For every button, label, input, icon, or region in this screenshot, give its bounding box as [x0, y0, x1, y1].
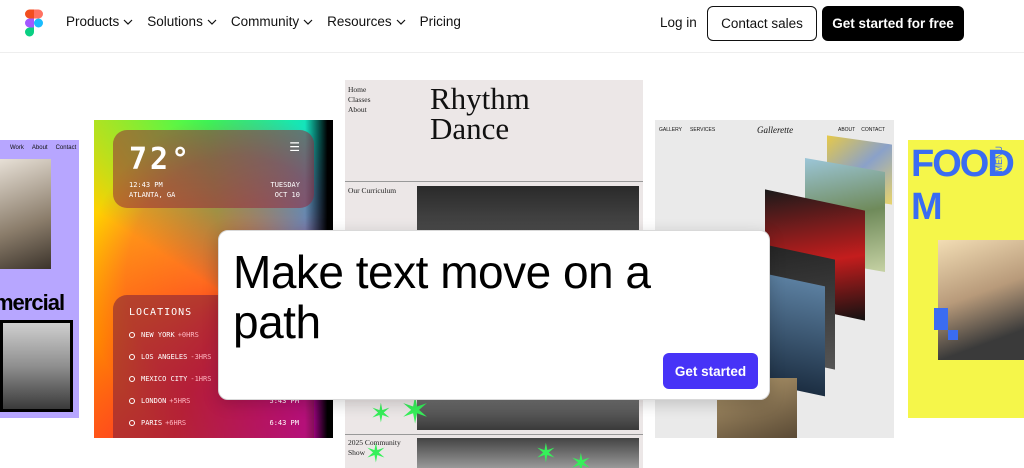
star-icon: ✶ — [535, 438, 557, 468]
circle-icon — [129, 354, 135, 360]
weather-day: TUESDAY — [270, 181, 300, 189]
weather-temp: 72° — [129, 142, 193, 177]
commercial-photo-top — [0, 159, 51, 269]
gallerette-nav-gallery: GALLERY — [659, 127, 682, 133]
gallerette-nav-about: ABOUT — [838, 127, 856, 133]
gallerette-nav-right: ABOUT CONTACT — [838, 127, 885, 133]
nav-divider — [0, 52, 1024, 53]
location-city: PARIS — [141, 419, 163, 427]
commercial-link-about: About — [31, 145, 48, 151]
location-offset: +6HRS — [165, 419, 187, 427]
figma-logo-icon[interactable] — [25, 9, 43, 37]
nav-solutions-label: Solutions — [147, 14, 203, 29]
gallerette-nav-services: SERVICES — [689, 127, 716, 133]
rhythm-title-line1: Rhythm — [430, 81, 530, 116]
nav-pricing[interactable]: Pricing — [420, 14, 461, 29]
rhythm-nav-home: Home — [348, 85, 367, 94]
food-decor — [948, 330, 958, 340]
chevron-down-icon — [396, 19, 406, 25]
weather-day-date: TUESDAY OCT 10 — [270, 180, 300, 200]
template-card-commercial: Work About Contact mercial — [0, 140, 79, 418]
nav-community-label: Community — [230, 14, 300, 29]
location-city: NEW YORK — [141, 331, 175, 339]
commercial-word: mercial — [0, 290, 65, 315]
food-decor — [934, 308, 948, 330]
top-nav: Products Solutions Community Resources P… — [0, 0, 1024, 46]
rhythm-photo-2 — [417, 438, 639, 468]
circle-icon — [129, 376, 135, 382]
food-menu-vertical: MENU — [994, 146, 1004, 173]
food-photo — [938, 240, 1024, 360]
location-city: LOS ANGELES — [141, 353, 188, 361]
rhythm-nav-classes: Classes — [348, 95, 371, 104]
location-city: LONDON — [141, 397, 167, 405]
gallerette-nav-contact: CONTACT — [861, 127, 886, 133]
location-offset: -1HRS — [190, 375, 212, 383]
gallerette-nav-left: GALLERY SERVICES — [659, 127, 715, 133]
location-time: 6:43 PM — [269, 419, 299, 427]
chevron-down-icon — [207, 19, 217, 25]
nav-resources-label: Resources — [327, 14, 392, 29]
commercial-links: Work About Contact — [10, 145, 76, 151]
location-city: MEXICO CITY — [141, 375, 188, 383]
location-offset: -3HRS — [190, 353, 212, 361]
rhythm-nav: Home Classes About — [348, 85, 371, 115]
location-offset: +5HRS — [169, 397, 191, 405]
get-started-free-button[interactable]: Get started for free — [822, 6, 964, 41]
commercial-link-contact: Contact — [55, 145, 77, 151]
nav-pricing-label: Pricing — [419, 14, 461, 29]
feature-dialog: Make text move on a path Get started — [218, 230, 770, 400]
weather-widget: 72° ☰ 12:43 PM ATLANTA, GA TUESDAY OCT 1… — [113, 130, 314, 208]
rhythm-divider — [345, 181, 643, 182]
nav-products[interactable]: Products — [66, 14, 133, 29]
chevron-down-icon — [303, 19, 313, 25]
dialog-title: Make text move on a path — [233, 246, 651, 348]
contact-sales-button[interactable]: Contact sales — [707, 6, 817, 41]
circle-icon — [129, 420, 135, 426]
rhythm-nav-about: About — [348, 105, 367, 114]
weather-time: 12:43 PM — [129, 181, 163, 189]
weather-time-city: 12:43 PM ATLANTA, GA — [129, 180, 175, 200]
nav-products-label: Products — [66, 14, 120, 29]
star-icon: ✶ — [570, 448, 592, 468]
food-title: FOOD M — [911, 143, 1015, 228]
nav-community[interactable]: Community — [231, 14, 313, 29]
rhythm-divider-2 — [345, 434, 643, 435]
weather-date: OCT 10 — [274, 191, 300, 199]
template-card-food-menu: FOOD M MENU — [908, 140, 1024, 418]
chevron-down-icon — [123, 19, 133, 25]
locations-title: LOCATIONS — [129, 307, 193, 318]
commercial-link-work: Work — [10, 145, 24, 151]
location-item: PARIS +6HRS 6:43 PM — [129, 419, 299, 427]
commercial-photo-bottom — [0, 320, 73, 412]
rhythm-title-line2: Dance — [430, 111, 510, 146]
rhythm-title: Rhythm Dance — [430, 81, 530, 146]
location-offset: +0HRS — [177, 331, 199, 339]
star-icon: ✶ — [370, 398, 392, 428]
circle-icon — [129, 332, 135, 338]
nav-solutions[interactable]: Solutions — [147, 14, 217, 29]
login-link[interactable]: Log in — [660, 15, 697, 30]
rhythm-curriculum: Our Curriculum — [348, 186, 397, 195]
hamburger-menu-icon: ☰ — [289, 140, 300, 154]
gallerette-brand: Gallerette — [757, 125, 794, 135]
star-icon: ✶ — [400, 390, 431, 431]
circle-icon — [129, 398, 135, 404]
nav-resources[interactable]: Resources — [327, 14, 406, 29]
weather-city: ATLANTA, GA — [129, 191, 176, 199]
nav-links: Products Solutions Community Resources P… — [66, 14, 475, 29]
get-started-button[interactable]: Get started — [663, 353, 758, 389]
star-icon: ✶ — [365, 438, 387, 468]
